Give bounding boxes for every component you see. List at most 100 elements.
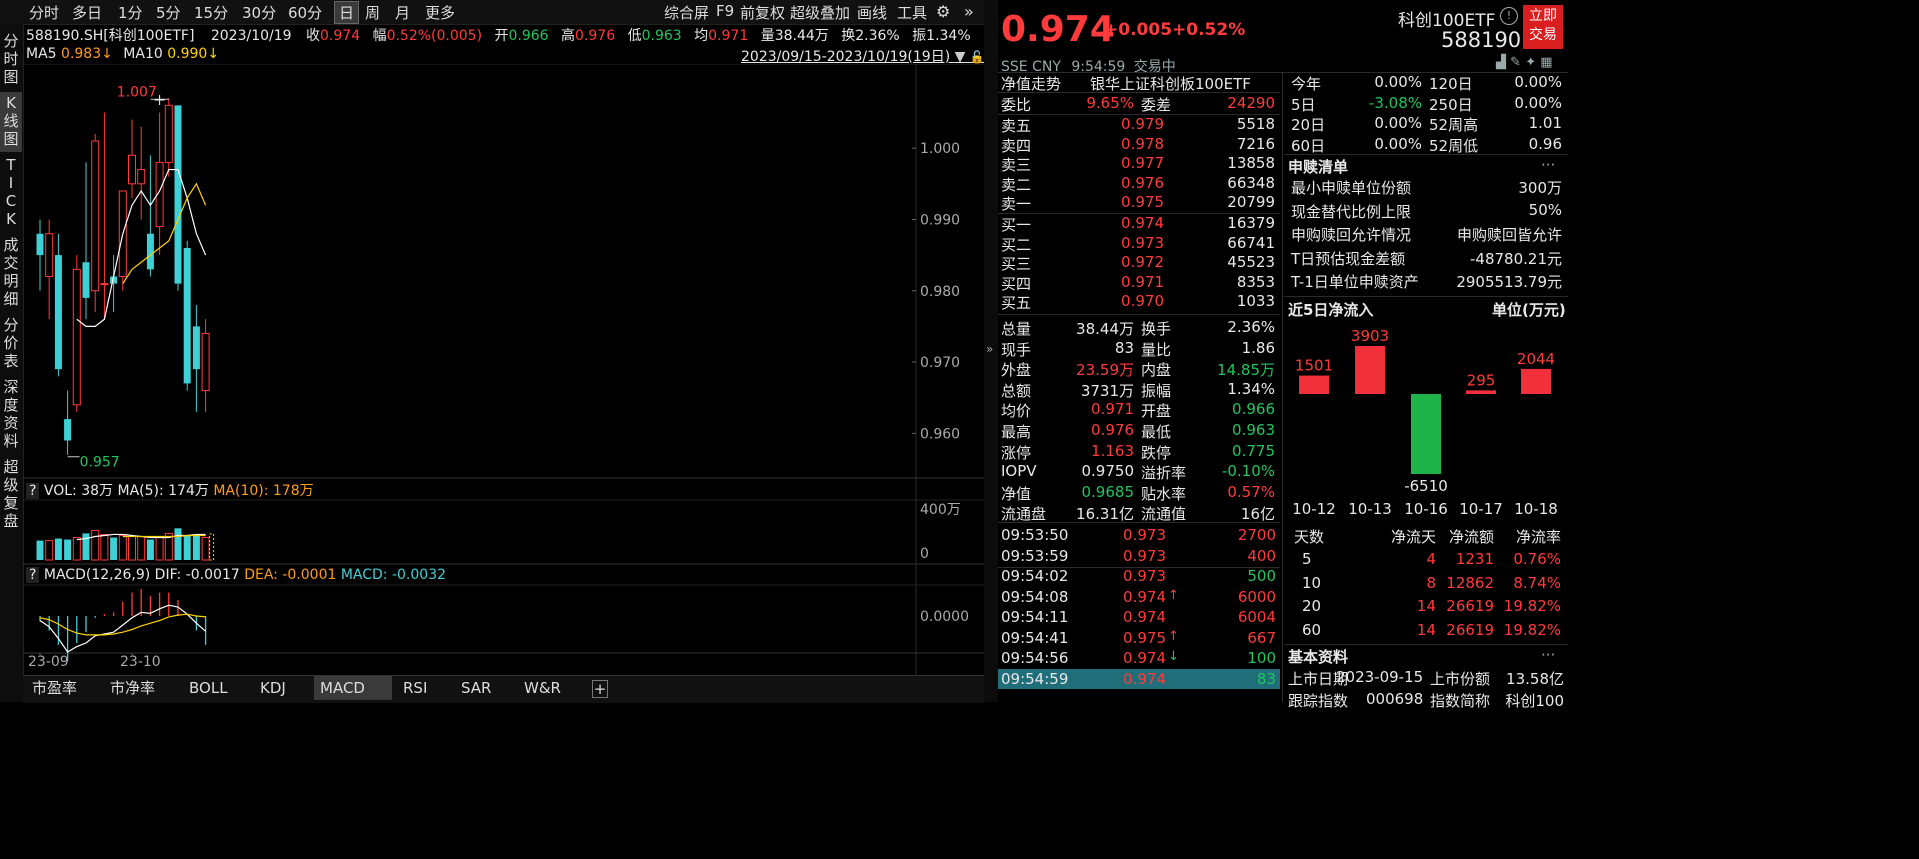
period-tab-7[interactable]: 日 bbox=[334, 1, 360, 24]
flow-table-cell: 60 bbox=[1302, 620, 1322, 639]
triangle-down-icon[interactable]: ▼ bbox=[955, 49, 966, 65]
indicator-tab-0[interactable]: 市盈率 bbox=[26, 676, 83, 700]
left-view-tabs: 分时图K线图TICK成交明细分价表深度资料超级复盘 bbox=[0, 24, 24, 702]
lock-icon[interactable]: 🔓 bbox=[970, 50, 985, 64]
macd-legend: ? MACD(12,26,9) DIF: -0.0017 DEA: -0.000… bbox=[26, 567, 446, 583]
date-range-selector[interactable]: 2023/09/15-2023/10/19(19日) ▼ 🔓 bbox=[741, 46, 985, 66]
tick-time: 09:54:56 bbox=[1001, 649, 1069, 667]
flow-table-header: 净流额 bbox=[1448, 528, 1494, 546]
indicator-tab-2[interactable]: BOLL bbox=[183, 676, 234, 700]
left-tab-2[interactable]: TICK bbox=[0, 154, 22, 232]
indicator-tab-5[interactable]: RSI bbox=[397, 676, 433, 700]
subscribe-list-title: 申赎清单 bbox=[1288, 158, 1349, 176]
indicator-tab-4[interactable]: MACD bbox=[314, 676, 392, 700]
nav-trend-link[interactable]: 净值走势 bbox=[1001, 73, 1061, 94]
pin-icon[interactable]: ✦ bbox=[1525, 55, 1536, 70]
book-volume-6: 66741 bbox=[1227, 233, 1275, 252]
toolbar-item-3[interactable]: 超级叠加 bbox=[790, 2, 850, 23]
grid-icon[interactable]: ▦ bbox=[1540, 55, 1552, 70]
gear-icon[interactable]: ⚙ bbox=[936, 2, 950, 21]
period-tab-9[interactable]: 月 bbox=[395, 2, 410, 23]
indicator-tab-3[interactable]: KDJ bbox=[254, 676, 292, 700]
volume-bar bbox=[110, 537, 118, 560]
period-tab-0[interactable]: 分时 bbox=[29, 2, 59, 23]
book-price-9: 0.970 bbox=[1121, 292, 1164, 311]
price-axis-label: 0.990 bbox=[920, 212, 960, 228]
price-change: +0.005 bbox=[1104, 20, 1173, 40]
indicator-tab-6[interactable]: SAR bbox=[455, 676, 497, 700]
period-tab-4[interactable]: 15分 bbox=[194, 2, 228, 23]
help-icon[interactable]: ? bbox=[26, 567, 40, 583]
stat-value: 2.36% bbox=[1227, 318, 1275, 336]
info-date: 2023/10/19 bbox=[210, 28, 292, 44]
tick-time: 09:54:08 bbox=[1001, 587, 1069, 606]
chart-bars-icon[interactable]: ▟ bbox=[1496, 55, 1506, 70]
book-volume-5: 16379 bbox=[1227, 214, 1275, 232]
indicator-tab-1[interactable]: 市净率 bbox=[104, 676, 161, 700]
toolbar-item-2[interactable]: 前复权 bbox=[740, 2, 785, 23]
volume-bar bbox=[128, 535, 136, 561]
toolbar-item-1[interactable]: F9 bbox=[716, 2, 734, 20]
period-tab-2[interactable]: 1分 bbox=[118, 2, 143, 23]
listing-date: 2023-09-15 bbox=[1336, 668, 1424, 686]
period-tab-1[interactable]: 多日 bbox=[72, 2, 102, 23]
ma10-label: MA10 bbox=[123, 46, 163, 62]
flow-category: 10-18 bbox=[1514, 500, 1558, 518]
candle-body bbox=[72, 268, 81, 406]
subscribe-more[interactable]: ··· bbox=[1541, 156, 1555, 174]
tick-volume: 6000 bbox=[1237, 587, 1276, 606]
collapse-arrow-icon[interactable]: » bbox=[986, 342, 993, 356]
tick-volume: 500 bbox=[1247, 567, 1276, 585]
stat-label: 净值 bbox=[1001, 484, 1032, 503]
stat-value: 3731万 bbox=[1080, 381, 1134, 400]
subscribe-label: 现金替代比例上限 bbox=[1291, 202, 1412, 221]
tick-time: 09:53:59 bbox=[1001, 546, 1069, 565]
info-icon[interactable]: ! bbox=[1500, 7, 1518, 25]
last-price: 0.974 bbox=[1001, 9, 1115, 50]
add-tab-button[interactable]: + bbox=[592, 680, 608, 698]
left-tab-0[interactable]: 分时图 bbox=[0, 30, 22, 90]
edit-icon[interactable]: ✎ bbox=[1510, 55, 1521, 70]
book-volume-4: 20799 bbox=[1227, 193, 1275, 212]
toolbar-item-0[interactable]: 综合屏 bbox=[664, 2, 709, 23]
left-tab-5[interactable]: 深度资料 bbox=[0, 376, 22, 454]
toolbar-item-4[interactable]: 画线 bbox=[857, 2, 887, 23]
double-chevron-right-icon[interactable]: » bbox=[964, 2, 974, 21]
turn-label: 换 bbox=[841, 28, 856, 44]
period-tab-3[interactable]: 5分 bbox=[156, 2, 181, 23]
period-tab-6[interactable]: 60分 bbox=[288, 2, 322, 23]
period-toolbar: 分时 多日 1分 5分 15分 30分 60分日周月更多 综合屏 F9 前复权 超级叠加 画线 工具 ⚙ » bbox=[0, 0, 984, 25]
help-icon[interactable]: ? bbox=[26, 483, 40, 499]
toolbar-item-5[interactable]: 工具 bbox=[897, 2, 927, 23]
period-tab-10[interactable]: 更多 bbox=[425, 2, 455, 23]
candle-body bbox=[183, 247, 191, 384]
left-tab-3[interactable]: 成交明细 bbox=[0, 234, 22, 312]
indicator-tab-7[interactable]: W&R bbox=[518, 676, 567, 700]
kline-chart-area[interactable]: 1.000 0.990 0.980 0.970 0.960 1.007 0.957 400万 0… bbox=[23, 64, 984, 676]
stat-value: 38.44万 bbox=[1076, 320, 1134, 338]
left-tab-1[interactable]: K线图 bbox=[0, 92, 22, 152]
arrow-up-icon: ↑ bbox=[1168, 587, 1179, 603]
panel-splitter[interactable]: » bbox=[984, 0, 998, 702]
stat-label: 总额 bbox=[1001, 381, 1032, 400]
committee-diff: 24290 bbox=[1227, 94, 1275, 112]
stat-value: -0.10% bbox=[1221, 462, 1275, 481]
tick-price: 0.974 bbox=[1123, 669, 1166, 688]
security-code-name: 588190.SH[科创100ETF] bbox=[26, 28, 195, 44]
left-tab-6[interactable]: 超级复盘 bbox=[0, 456, 22, 534]
period-tab-8[interactable]: 周 bbox=[365, 2, 380, 23]
vol-axis-zero: 0 bbox=[920, 546, 929, 562]
left-tab-4[interactable]: 分价表 bbox=[0, 314, 22, 374]
basic-info-more[interactable]: ··· bbox=[1541, 646, 1555, 664]
flow-bar bbox=[1355, 346, 1385, 394]
tick-volume: 2700 bbox=[1237, 526, 1276, 544]
subscribe-label: 最小申赎单位份额 bbox=[1291, 179, 1412, 197]
volume-bar bbox=[146, 539, 154, 560]
macd-dif: DIF: -0.0017 bbox=[154, 567, 240, 583]
period-tab-5[interactable]: 30分 bbox=[242, 2, 276, 23]
perf-value: 0.00% bbox=[1514, 93, 1562, 112]
macd-axis-zero: 0.0000 bbox=[920, 609, 969, 625]
candle-body bbox=[54, 255, 62, 370]
trade-now-button[interactable]: 立即 交易 bbox=[1523, 5, 1563, 49]
volume-bar bbox=[183, 535, 191, 560]
